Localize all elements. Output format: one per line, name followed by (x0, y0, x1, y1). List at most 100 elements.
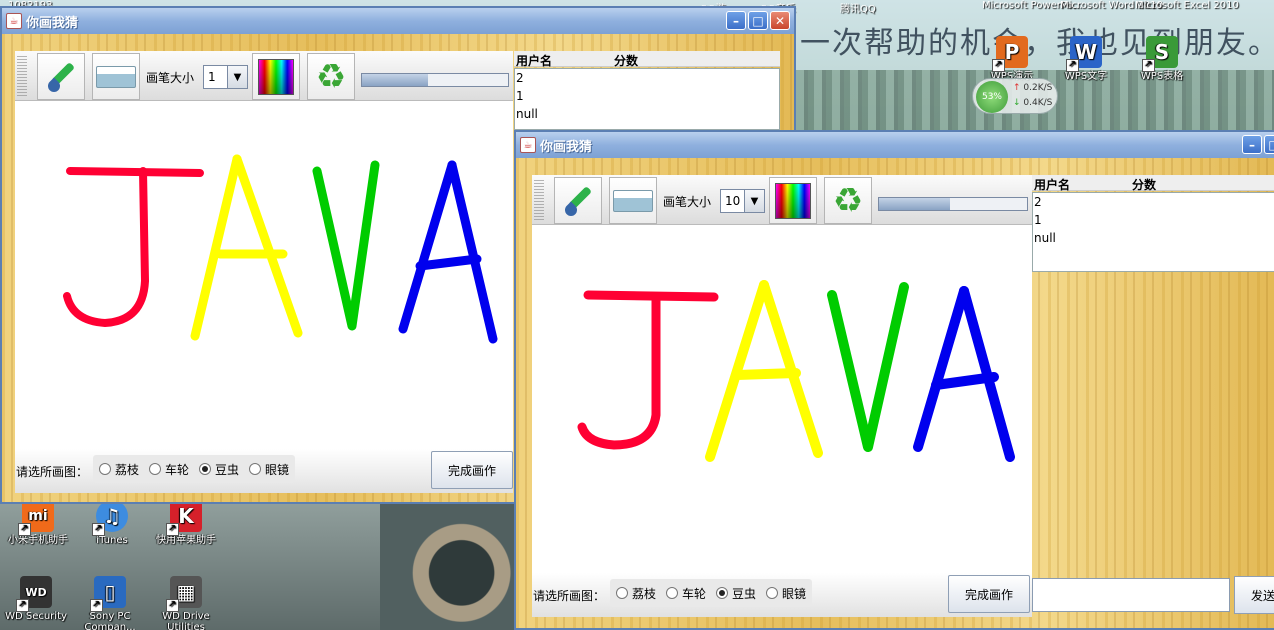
close-button[interactable]: ✕ (770, 11, 790, 30)
eraser-button[interactable] (609, 177, 657, 224)
stroke-a2-right (447, 160, 498, 344)
radio-dot (666, 587, 679, 599)
chevron-down-icon: ▼ (227, 66, 247, 88)
option-wheel[interactable]: 车轮 (666, 585, 706, 602)
minimize-button[interactable]: – (726, 11, 746, 30)
option-wheel[interactable]: 车轮 (149, 461, 189, 478)
bottom-panel: 请选所画图： 荔枝 车轮 豆虫 眼镜 完成画作 (15, 449, 513, 493)
radio-dot (249, 463, 262, 475)
pen-size-select[interactable]: 1 ▼ (203, 65, 248, 89)
desktop-icon-wd-drive-utilities[interactable]: ▦ WD Drive Utilities (154, 576, 218, 630)
window-title: 你画我猜 (540, 139, 593, 155)
network-speed-widget[interactable]: 53% ↑ 0.2K/S ↓ 0.4K/S (972, 78, 1058, 114)
stroke-a2-left (398, 160, 457, 334)
wallpaper-bike (380, 503, 516, 630)
timer-progress-fill (362, 74, 428, 86)
maximize-button[interactable]: □ (1264, 135, 1274, 154)
arrow-down-icon: ↓ (1013, 98, 1021, 108)
wps-writer-icon: W (1066, 36, 1102, 72)
network-percent: 53% (976, 81, 1008, 113)
stroke-a1-left (190, 154, 242, 341)
desktop-label-top: 腾讯QQ (840, 4, 876, 15)
color-picker-button[interactable] (252, 53, 300, 100)
brush-button[interactable] (554, 177, 602, 224)
stroke-v (312, 160, 380, 331)
desktop-icon-wps-writer[interactable]: W WPS文字 (1054, 36, 1118, 82)
kuaiyong-icon: K (166, 500, 202, 536)
eraser-icon (96, 65, 136, 88)
color-picker-button[interactable] (769, 177, 817, 224)
brush-button[interactable] (37, 53, 85, 100)
radio-dot (99, 463, 111, 475)
pen-size-select[interactable]: 10 ▼ (720, 189, 765, 213)
option-label: 荔枝 (632, 586, 657, 601)
desktop-icon-label: Sony PC Compan... (84, 611, 136, 630)
desktop-icon-wps-presentation[interactable]: P WPS演示 (980, 36, 1044, 82)
desktop-label-top: Microsoft Excel 2010 (1135, 0, 1239, 11)
option-bean-worm[interactable]: 豆虫 (716, 585, 756, 602)
list-item[interactable]: null (1033, 229, 1274, 247)
desktop-icon-label: iTunes (96, 535, 128, 546)
desktop-icon-label: WPS文字 (1064, 71, 1108, 82)
timer-progress (878, 197, 1028, 211)
option-glasses[interactable]: 眼镜 (766, 585, 806, 602)
drawing-canvas[interactable] (532, 225, 1032, 579)
stroke-j-top (583, 290, 719, 302)
minimize-button[interactable]: – (1242, 135, 1262, 154)
pen-size-value: 1 (208, 70, 216, 84)
score-table-header: 用户名 分数 (514, 51, 780, 68)
eraser-button[interactable] (92, 53, 140, 100)
stroke-j-body (577, 292, 661, 450)
clear-canvas-button[interactable]: ♻ (824, 177, 872, 224)
color-palette-icon (775, 182, 811, 219)
desktop-icon-itunes[interactable]: ♫ iTunes (80, 500, 144, 546)
color-palette-icon (258, 58, 294, 95)
itunes-icon: ♫ (92, 500, 128, 536)
desktop-icon-wps-spreadsheet[interactable]: S WPS表格 (1130, 36, 1194, 82)
option-label: 车轮 (165, 462, 190, 477)
desktop-icon-kuaiyong[interactable]: K 快用苹果助手 (154, 500, 218, 546)
drawing-canvas[interactable] (15, 101, 513, 449)
list-item[interactable]: 2 (1033, 193, 1274, 211)
radio-dot (199, 463, 212, 475)
column-score: 分数 (1132, 178, 1157, 192)
send-button[interactable]: 发送 (1234, 576, 1274, 614)
list-item[interactable]: 1 (1033, 211, 1274, 229)
option-label: 豆虫 (215, 462, 240, 477)
desktop-icon-wd-security[interactable]: WD WD Security (4, 576, 68, 622)
option-label: 车轮 (682, 586, 707, 601)
stroke-a1-right (232, 154, 303, 338)
option-bean-worm[interactable]: 豆虫 (199, 461, 239, 478)
desktop-icon-label: WPS表格 (1140, 71, 1184, 82)
finish-drawing-button[interactable]: 完成画作 (431, 451, 513, 489)
radio-dot (716, 587, 729, 599)
wps-spreadsheet-icon: S (1142, 36, 1178, 72)
desktop-icon-xiaomi-assistant[interactable]: mi 小米手机助手 (6, 500, 70, 546)
recycle-icon: ♻ (832, 180, 864, 221)
list-item[interactable]: 1 (515, 87, 779, 105)
toolbar-grip[interactable] (17, 56, 27, 98)
pen-size-label: 画笔大小 (146, 71, 195, 85)
window-titlebar[interactable]: ☕ 你画我猜 (2, 8, 794, 34)
option-lychee[interactable]: 荔枝 (616, 585, 656, 602)
pen-size-label: 画笔大小 (663, 195, 712, 209)
option-lychee[interactable]: 荔枝 (99, 461, 139, 478)
finish-drawing-button[interactable]: 完成画作 (948, 575, 1030, 613)
timer-progress (361, 73, 509, 87)
list-item[interactable]: null (515, 105, 779, 123)
chat-input[interactable] (1032, 578, 1230, 612)
clear-canvas-button[interactable]: ♻ (307, 53, 355, 100)
maximize-button[interactable]: □ (748, 11, 768, 30)
toolbar-grip[interactable] (534, 180, 544, 222)
window-titlebar[interactable]: ☕ 你画我猜 (516, 132, 1274, 158)
option-glasses[interactable]: 眼镜 (249, 461, 289, 478)
wd-drive-utilities-icon: ▦ (166, 576, 202, 612)
column-username: 用户名 (516, 54, 553, 68)
desktop-icon-sony-pc-companion[interactable]: ▯ Sony PC Compan... (78, 576, 142, 630)
list-item[interactable]: 2 (515, 69, 779, 87)
window-title: 你画我猜 (26, 15, 79, 31)
select-drawing-label: 请选所画图： (533, 589, 606, 603)
pen-size-value: 10 (725, 194, 741, 208)
bottom-panel: 请选所画图： 荔枝 车轮 豆虫 眼镜 完成画作 (532, 573, 1032, 617)
select-drawing-label: 请选所画图： (16, 465, 89, 479)
